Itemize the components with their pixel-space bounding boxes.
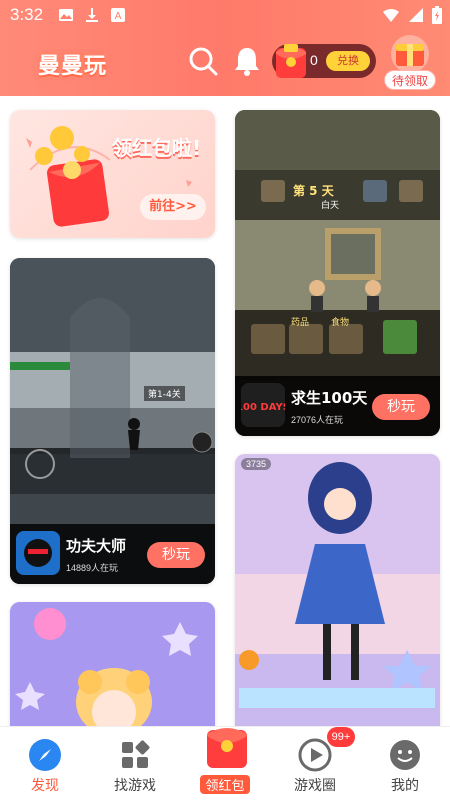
- nav-discover-label: 发现: [31, 778, 59, 794]
- coin-count: 0: [310, 52, 318, 68]
- compass-icon: [29, 739, 61, 771]
- gift-box-button[interactable]: 待领取: [384, 34, 436, 92]
- game-player-count: 27076人在玩: [291, 415, 344, 425]
- grid-icon: [122, 740, 150, 768]
- game-name: 求生100天: [291, 389, 368, 407]
- nav-find-games-label: 找游戏: [114, 778, 156, 794]
- app-notification-icon: A: [111, 8, 125, 22]
- survival-tab-medicine: 药品: [291, 318, 310, 328]
- survival-tab-food: 食物: [331, 318, 350, 328]
- bell-icon[interactable]: [230, 44, 264, 78]
- app-header: 曼曼玩 0 兑换 待领取: [0, 30, 450, 96]
- wifi-icon: [383, 8, 399, 22]
- app-logo: 曼曼玩: [38, 54, 108, 79]
- princess-game-screenshot: [10, 602, 215, 726]
- smiley-icon: [390, 740, 420, 770]
- dress-up-game-screenshot: [235, 454, 440, 726]
- game-player-count: 14889人在玩: [66, 563, 119, 573]
- survival-logo-icon: 100 DAYS: [241, 383, 285, 427]
- red-envelope-icon[interactable]: [197, 724, 257, 774]
- nav-discover[interactable]: 发现: [0, 727, 90, 800]
- red-envelope-icon: [276, 44, 306, 78]
- nav-find-games[interactable]: 找游戏: [90, 727, 180, 800]
- notification-badge: 99+: [327, 727, 355, 747]
- game-card-princess[interactable]: [10, 602, 215, 726]
- battery-icon: [432, 6, 442, 24]
- kungfu-game-icon: [16, 531, 60, 575]
- coin-balance-pill[interactable]: 0 兑换: [272, 44, 376, 78]
- survival-day-banner: 第 5 天: [293, 184, 334, 198]
- image-icon: [59, 9, 73, 21]
- status-time: 3:32: [10, 5, 44, 24]
- nav-mine-label: 我的: [391, 778, 419, 794]
- exchange-button[interactable]: 兑换: [326, 51, 370, 71]
- search-icon[interactable]: [186, 44, 220, 78]
- game-info-bar: 功夫大师 14889人在玩 秒玩: [10, 524, 215, 584]
- survival-daytime: 白天: [321, 201, 340, 211]
- treasure-chest-icon: [391, 35, 429, 73]
- svg-text:100 DAYS: 100 DAYS: [241, 402, 285, 413]
- red-envelope-promo-card[interactable]: 领红包啦! 前往>>: [10, 110, 215, 238]
- promo-headline: 领红包啦!: [112, 136, 202, 160]
- signal-icon: [409, 8, 423, 22]
- kungfu-level-label: 第1-4关: [144, 386, 185, 401]
- game-feed[interactable]: 领红包啦! 前往>> 第 5 天 白天 药品 食物 00 DAY 求生100天 …: [0, 96, 450, 726]
- nav-mine[interactable]: 我的: [360, 727, 450, 800]
- game-card-kungfu-master[interactable]: 第1-4关 功夫大师 14889人在玩 秒玩: [10, 258, 215, 584]
- download-icon: [86, 8, 98, 22]
- game-card-dress-up[interactable]: 3735: [235, 454, 440, 726]
- status-bar: 3:32 A: [0, 0, 450, 30]
- instant-play-button[interactable]: 秒玩: [372, 394, 430, 420]
- game-info-bar: 100 DAYS 求生100天 27076人在玩 秒玩: [235, 376, 440, 436]
- survival-game-icon: 100 DAYS: [241, 383, 285, 427]
- game-name: 功夫大师: [66, 537, 127, 555]
- ninja-icon: [16, 531, 60, 575]
- game-card-survival-100-days[interactable]: 第 5 天 白天 药品 食物 100 DAYS 求生100天 27076人在玩 …: [235, 110, 440, 436]
- pending-claim-label: 待领取: [384, 70, 436, 90]
- nav-red-envelope-label: 领红包: [200, 775, 250, 794]
- svg-text:A: A: [115, 11, 122, 22]
- promo-go-button[interactable]: 前往>>: [140, 194, 206, 220]
- dress-up-score: 3735: [241, 458, 272, 470]
- nav-game-circle-label: 游戏圈: [294, 778, 336, 794]
- instant-play-button[interactable]: 秒玩: [147, 542, 205, 568]
